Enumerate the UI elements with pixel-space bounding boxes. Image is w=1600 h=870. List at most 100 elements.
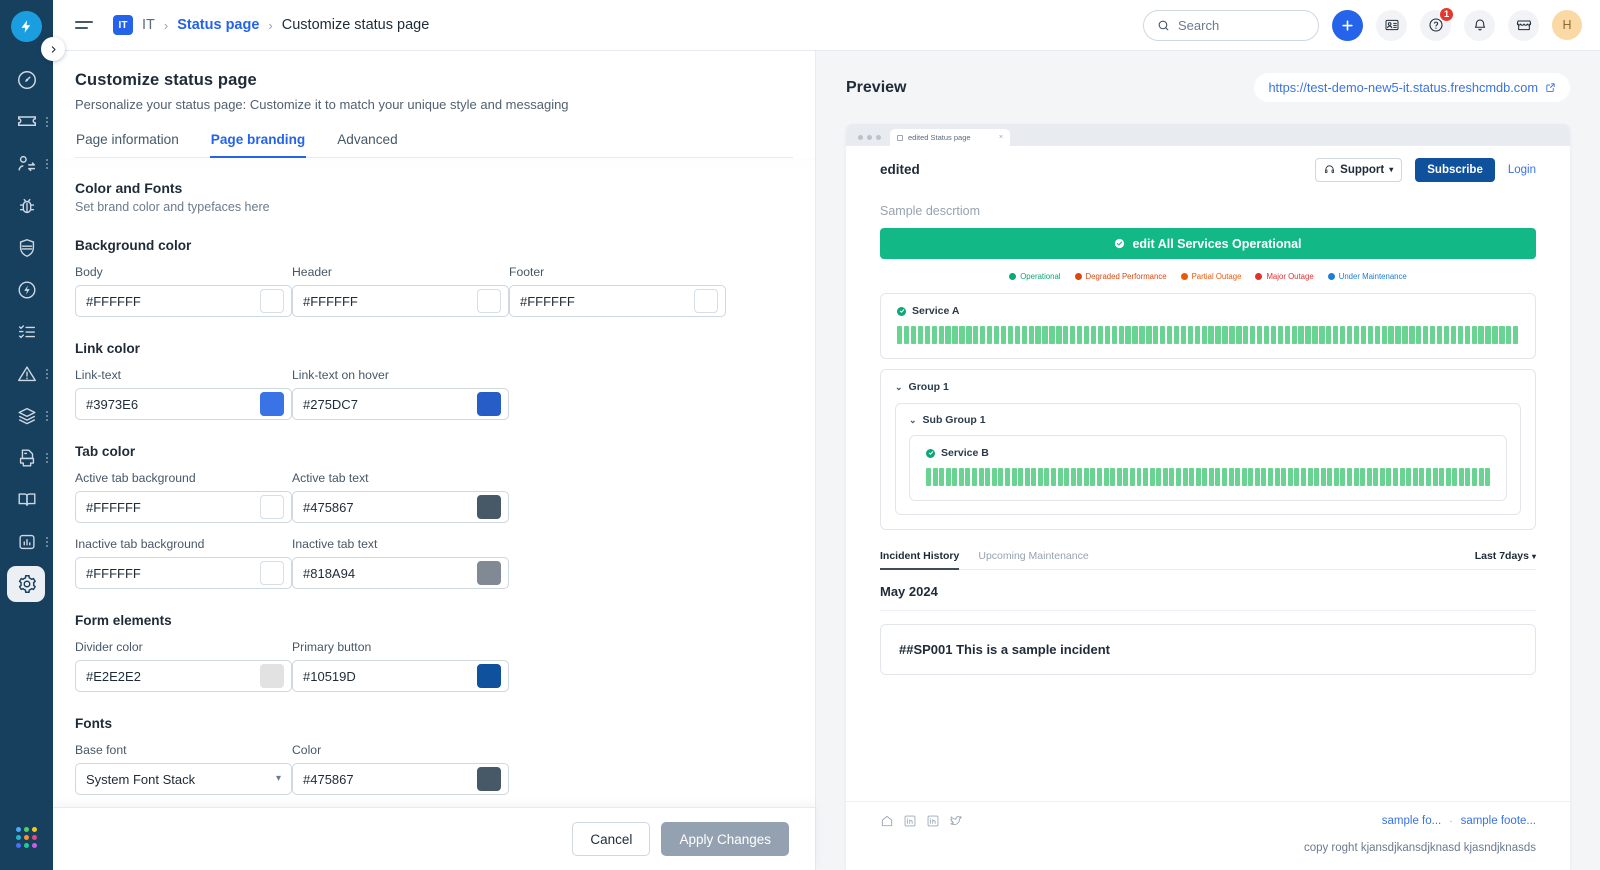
color-input-group[interactable] — [292, 660, 509, 692]
color-input-group[interactable] — [509, 285, 726, 317]
search-icon — [1158, 20, 1169, 30]
date-range-dropdown[interactable]: Last 7days ▾ — [1475, 550, 1536, 569]
breadcrumb-link-status-page[interactable]: Status page — [177, 17, 259, 33]
uptime-bar — [1409, 326, 1415, 344]
sidebar-item-customers[interactable] — [0, 143, 53, 185]
color-swatch-button[interactable] — [253, 661, 291, 691]
sidebar-item-alerts[interactable] — [0, 353, 53, 395]
sidebar-item-solutions[interactable] — [0, 479, 53, 521]
support-dropdown[interactable]: Support ▾ — [1315, 157, 1403, 182]
color-swatch-button[interactable] — [253, 286, 291, 316]
overflow-dots-icon[interactable] — [46, 369, 48, 379]
color-hex-input[interactable] — [76, 558, 253, 588]
overflow-dots-icon[interactable] — [46, 411, 48, 421]
group-header[interactable]: ⌄ Group 1 — [895, 381, 1521, 393]
incident-card[interactable]: ##SP001 This is a sample incident — [880, 624, 1536, 675]
avatar[interactable]: H — [1552, 10, 1582, 40]
overflow-dots-icon[interactable] — [46, 159, 48, 169]
color-hex-input[interactable] — [293, 558, 470, 588]
legend-label: Operational — [1020, 272, 1061, 281]
color-swatch-button[interactable] — [470, 492, 508, 522]
tab-upcoming-maintenance[interactable]: Upcoming Maintenance — [978, 550, 1088, 569]
sidebar-item-admin[interactable] — [0, 563, 53, 605]
color-input-group[interactable] — [292, 763, 509, 795]
preview-url-link[interactable]: https://test-demo-new5-it.status.freshcm… — [1254, 73, 1570, 102]
overflow-dots-icon[interactable] — [46, 537, 48, 547]
close-icon[interactable]: × — [999, 134, 1003, 141]
color-hex-input[interactable] — [293, 286, 470, 316]
color-hex-input[interactable] — [76, 389, 253, 419]
overflow-dots-icon[interactable] — [46, 453, 48, 463]
app-switcher-button[interactable] — [16, 827, 37, 848]
color-swatch-button[interactable] — [253, 558, 291, 588]
color-hex-input[interactable] — [293, 661, 470, 691]
color-hex-input[interactable] — [76, 661, 253, 691]
color-input-group[interactable] — [75, 285, 292, 317]
base-font-select[interactable]: System Font Stack ▾ — [75, 763, 292, 795]
color-input-group[interactable] — [75, 491, 292, 523]
hamburger-icon[interactable] — [75, 18, 93, 32]
linkedin-icon[interactable] — [926, 814, 940, 828]
color-swatch-button[interactable] — [253, 492, 291, 522]
tab-page-information[interactable]: Page information — [75, 128, 180, 157]
uptime-bar — [1333, 468, 1339, 486]
workspace-label[interactable]: IT — [142, 17, 155, 33]
search-input[interactable] — [1178, 17, 1298, 33]
color-input-group[interactable] — [75, 557, 292, 589]
footer-link-1[interactable]: sample fo... — [1382, 815, 1441, 827]
overflow-dots-icon[interactable] — [46, 117, 48, 127]
notifications-button[interactable] — [1464, 9, 1495, 41]
sidebar-item-contracts[interactable] — [0, 437, 53, 479]
color-swatch-button[interactable] — [253, 389, 291, 419]
help-button[interactable]: 1 — [1420, 6, 1454, 41]
sidebar-item-analytics[interactable] — [0, 521, 53, 563]
sidebar-item-changes[interactable] — [0, 227, 53, 269]
rail-collapse-button[interactable] — [41, 37, 65, 61]
contacts-button[interactable] — [1376, 9, 1407, 41]
color-hex-input[interactable] — [293, 389, 470, 419]
sidebar-item-assets[interactable] — [0, 395, 53, 437]
form-content-scroll[interactable]: Color and Fonts Set brand color and type… — [53, 158, 815, 870]
sidebar-item-tasks[interactable] — [0, 311, 53, 353]
sidebar-item-releases[interactable] — [0, 269, 53, 311]
apply-changes-button[interactable]: Apply Changes — [661, 822, 789, 856]
sidebar-item-problems[interactable] — [0, 185, 53, 227]
subgroup-header[interactable]: ⌄ Sub Group 1 — [909, 414, 1507, 426]
color-input-group[interactable] — [292, 388, 509, 420]
color-input-group[interactable] — [292, 285, 509, 317]
color-swatch-button[interactable] — [470, 389, 508, 419]
home-icon[interactable] — [880, 814, 894, 828]
color-swatch-button[interactable] — [470, 764, 508, 794]
sidebar-item-dashboard[interactable] — [0, 59, 53, 101]
color-hex-input[interactable] — [293, 492, 470, 522]
uptime-bar — [1056, 326, 1062, 344]
color-input-group[interactable] — [75, 388, 292, 420]
color-hex-input[interactable] — [293, 764, 470, 794]
add-button[interactable] — [1332, 9, 1363, 41]
linkedin-icon[interactable] — [903, 814, 917, 828]
color-swatch-button[interactable] — [470, 286, 508, 316]
sidebar-item-tickets[interactable] — [0, 101, 53, 143]
search-box[interactable] — [1143, 9, 1319, 41]
twitter-icon[interactable] — [949, 814, 963, 828]
color-hex-input[interactable] — [76, 492, 253, 522]
uptime-bar — [1182, 468, 1188, 486]
color-input-group[interactable] — [75, 660, 292, 692]
warning-triangle-icon — [16, 363, 38, 385]
subscribe-button[interactable]: Subscribe — [1415, 157, 1495, 182]
color-hex-input[interactable] — [76, 286, 253, 316]
marketplace-button[interactable] — [1508, 9, 1539, 41]
cancel-button[interactable]: Cancel — [572, 822, 651, 856]
color-swatch-button[interactable] — [687, 286, 725, 316]
color-swatch-button[interactable] — [470, 558, 508, 588]
login-link[interactable]: Login — [1508, 164, 1536, 176]
color-swatch-button[interactable] — [470, 661, 508, 691]
browser-tab[interactable]: edited Status page × — [890, 129, 1010, 146]
color-input-group[interactable] — [292, 557, 509, 589]
color-input-group[interactable] — [292, 491, 509, 523]
tab-incident-history[interactable]: Incident History — [880, 550, 960, 570]
footer-link-2[interactable]: sample foote... — [1461, 815, 1536, 827]
tab-page-branding[interactable]: Page branding — [209, 128, 307, 158]
tab-advanced[interactable]: Advanced — [336, 128, 398, 157]
color-hex-input[interactable] — [510, 286, 687, 316]
